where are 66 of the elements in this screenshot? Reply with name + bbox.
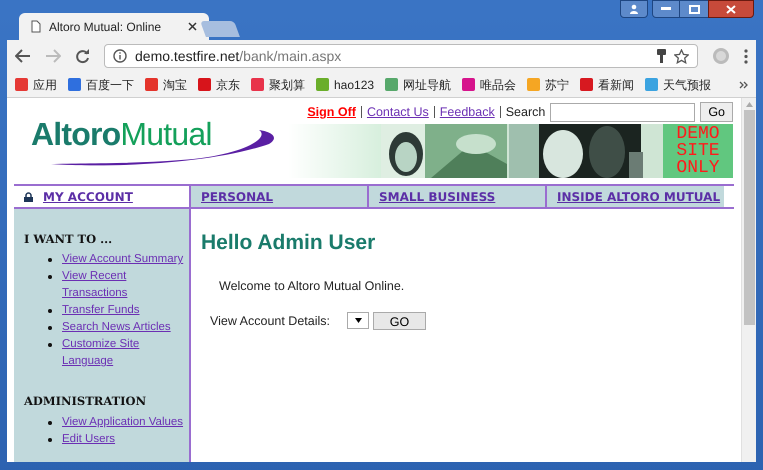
back-icon[interactable] bbox=[15, 49, 31, 63]
lock-icon bbox=[24, 192, 33, 202]
bookmark[interactable]: 天气预报 bbox=[645, 76, 712, 94]
bookmark[interactable]: 唯品会 bbox=[462, 76, 516, 94]
bullet-icon bbox=[48, 438, 52, 442]
bookmark[interactable]: 淘宝 bbox=[145, 76, 187, 94]
scrollbar[interactable] bbox=[741, 98, 756, 462]
url-text: demo.testfire.net/bank/main.aspx bbox=[135, 46, 342, 66]
search-field[interactable] bbox=[550, 102, 696, 122]
bookmark[interactable]: 聚划算 bbox=[251, 76, 305, 94]
sidebar-link[interactable]: Edit Users bbox=[62, 430, 187, 448]
bookmark[interactable]: 苏宁 bbox=[527, 76, 570, 94]
bullet-icon bbox=[48, 326, 52, 330]
bullet-icon bbox=[48, 258, 52, 262]
more-bookmarks-icon[interactable] bbox=[739, 80, 748, 88]
go-button[interactable]: Go bbox=[700, 102, 733, 122]
account-details-label: View Account Details: bbox=[210, 312, 331, 330]
sidebar-link[interactable]: View Application Values bbox=[62, 414, 187, 430]
sidebar-link[interactable]: Search News Articles bbox=[62, 319, 187, 336]
minimize-icon bbox=[661, 7, 671, 11]
person-icon bbox=[629, 4, 639, 14]
page-icon bbox=[31, 20, 41, 33]
bullet-icon bbox=[48, 275, 52, 280]
sidebar-link[interactable]: Transfer Funds bbox=[62, 302, 187, 320]
bullet-icon bbox=[48, 420, 52, 424]
sidebar-link[interactable]: View Account Summary bbox=[62, 251, 187, 268]
maximize-icon bbox=[688, 4, 700, 14]
demo-notice: DEMO SITE ONLY bbox=[676, 126, 720, 176]
nav-tab[interactable]: INSIDE ALTORO MUTUAL bbox=[547, 186, 724, 207]
minimize-button[interactable] bbox=[652, 0, 680, 18]
star-icon[interactable] bbox=[674, 48, 689, 64]
nav-tab[interactable]: PERSONAL bbox=[191, 186, 369, 207]
caret-icon bbox=[354, 318, 362, 324]
browser-tab[interactable]: Altoro Mutual: Online bbox=[19, 13, 209, 40]
header-link[interactable]: Contact Us bbox=[366, 102, 429, 122]
bullet-icon bbox=[48, 309, 52, 314]
section-heading: ADMINISTRATION bbox=[24, 393, 148, 410]
bookmark[interactable]: 网址导航 bbox=[385, 76, 452, 94]
go-button[interactable]: GO bbox=[373, 312, 426, 330]
bullet-icon bbox=[48, 343, 52, 348]
address-bar[interactable]: demo.testfire.net/bank/main.aspx bbox=[104, 44, 698, 68]
nav-tab[interactable]: SMALL BUSINESS bbox=[369, 186, 547, 207]
bookmark[interactable]: hao123 bbox=[316, 76, 374, 94]
close-icon[interactable] bbox=[188, 22, 197, 31]
bookmark[interactable]: 京东 bbox=[198, 76, 240, 94]
maximize-button[interactable] bbox=[680, 0, 708, 18]
header-link[interactable]: Feedback bbox=[440, 102, 495, 122]
welcome-text: Welcome to Altoro Mutual Online. bbox=[218, 278, 404, 294]
sidebar-link[interactable]: Customize Site Language bbox=[62, 336, 187, 370]
account-dropdown[interactable] bbox=[347, 312, 369, 330]
sidebar-link[interactable]: View Recent Transactions bbox=[62, 268, 187, 302]
bookmark[interactable]: 应用 bbox=[15, 76, 57, 94]
profile-button[interactable] bbox=[620, 0, 648, 18]
bookmark[interactable]: 百度一下 bbox=[68, 76, 134, 94]
new-tab-button[interactable] bbox=[200, 21, 240, 37]
search-label: Search bbox=[506, 104, 546, 121]
section-heading: I WANT TO ... bbox=[24, 231, 114, 248]
tab-title: Altoro Mutual: Online bbox=[49, 18, 162, 36]
close-button[interactable] bbox=[708, 0, 754, 18]
bookmark[interactable]: 看新闻 bbox=[580, 76, 634, 94]
reload-icon[interactable] bbox=[75, 48, 90, 64]
sign-off-link[interactable]: Sign Off bbox=[307, 102, 356, 122]
info-icon bbox=[113, 49, 127, 63]
close-icon bbox=[726, 4, 736, 14]
page-heading: Hello Admin User bbox=[201, 230, 376, 256]
menu-icon[interactable] bbox=[744, 48, 748, 64]
